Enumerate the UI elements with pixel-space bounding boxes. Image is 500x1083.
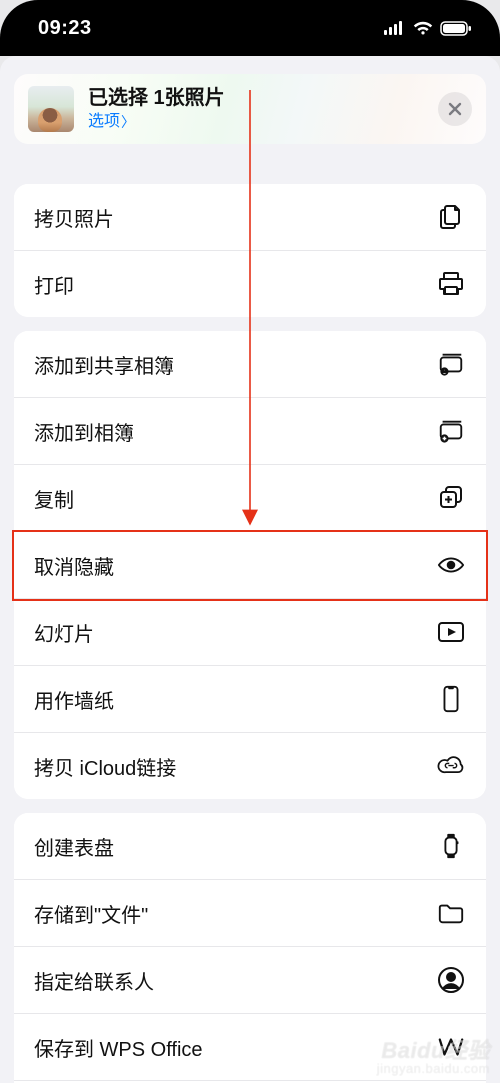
row-label: 幻灯片 (34, 618, 94, 647)
signal-icon (384, 21, 406, 35)
status-time: 09:23 (38, 17, 92, 40)
row-add-album[interactable]: 添加到相簿 (14, 398, 486, 465)
watermark-sub: jingyan.baidu.com (377, 1062, 490, 1075)
row-save-to-files[interactable]: 存储到"文件" (14, 880, 486, 947)
close-button[interactable] (438, 92, 472, 126)
wifi-icon (412, 20, 434, 36)
watermark-brand: Baidu经验 (381, 1040, 490, 1062)
watch-icon (436, 831, 466, 861)
row-label: 拷贝照片 (34, 203, 114, 232)
cloud-link-icon (436, 751, 466, 781)
close-icon (448, 102, 462, 116)
row-wallpaper[interactable]: 用作墙纸 (14, 666, 486, 733)
row-print[interactable]: 打印 (14, 251, 486, 317)
row-label: 拷贝 iCloud链接 (34, 752, 176, 781)
row-label: 取消隐藏 (34, 551, 114, 580)
row-label: 用作墙纸 (34, 685, 114, 714)
status-icons (384, 20, 472, 36)
printer-icon (436, 269, 466, 299)
row-label: 指定给联系人 (34, 966, 154, 995)
row-copy-icloud-link[interactable]: 拷贝 iCloud链接 (14, 733, 486, 799)
row-label: 复制 (34, 484, 74, 513)
chevron-right-icon: 〉 (121, 114, 135, 131)
sheet-header: 已选择 1张照片 选项 〉 (14, 74, 486, 144)
row-label: 添加到共享相簿 (34, 350, 174, 379)
row-unhide[interactable]: 取消隐藏 (14, 532, 486, 599)
watermark: Baidu经验 jingyan.baidu.com (377, 1040, 490, 1075)
eye-icon (436, 550, 466, 580)
options-link[interactable]: 选项 〉 (88, 112, 135, 131)
contact-icon (436, 965, 466, 995)
row-duplicate[interactable]: 复制 (14, 465, 486, 532)
action-group-2: 添加到共享相簿 添加到相簿 (14, 331, 486, 799)
options-label: 选项 (88, 112, 120, 131)
battery-icon (440, 21, 472, 36)
shared-album-icon (436, 349, 466, 379)
row-assign-contact[interactable]: 指定给联系人 (14, 947, 486, 1014)
copy-doc-icon (436, 202, 466, 232)
row-label: 创建表盘 (34, 832, 114, 861)
share-sheet: 已选择 1张照片 选项 〉 拷贝照片 打印 (0, 56, 500, 1083)
sheet-title: 已选择 1张照片 (88, 86, 225, 110)
folder-icon (436, 898, 466, 928)
row-slideshow[interactable]: 幻灯片 (14, 599, 486, 666)
add-album-icon (436, 416, 466, 446)
slideshow-icon (436, 617, 466, 647)
photo-thumbnail[interactable] (28, 86, 74, 132)
row-create-watch-face[interactable]: 创建表盘 (14, 813, 486, 880)
action-group-1: 拷贝照片 打印 (14, 184, 486, 317)
duplicate-icon (436, 483, 466, 513)
row-copy-photo[interactable]: 拷贝照片 (14, 184, 486, 251)
phone-icon (436, 684, 466, 714)
row-label: 保存到 WPS Office (34, 1033, 203, 1062)
row-label: 存储到"文件" (34, 899, 148, 928)
row-label: 添加到相簿 (34, 417, 134, 446)
row-label: 打印 (34, 270, 74, 299)
status-bar: 09:23 (0, 0, 500, 56)
row-add-shared-album[interactable]: 添加到共享相簿 (14, 331, 486, 398)
